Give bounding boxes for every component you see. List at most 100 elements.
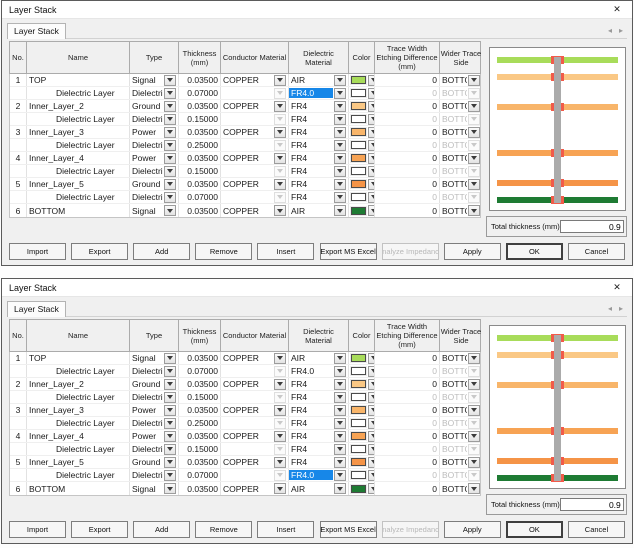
tab-scroll-right-icon[interactable]: ▸ [619,304,623,313]
dropdown-arrow-button[interactable] [334,392,346,403]
wider-trace-side-select[interactable]: BOTTOM [440,178,482,190]
dielectric-material-select[interactable]: FR4 [289,378,349,390]
thickness-cell[interactable]: 0.03500 [179,74,221,86]
dielectric-material-select[interactable]: FR4 [289,430,349,442]
dropdown-arrow-button[interactable] [334,101,346,112]
dropdown-arrow-button[interactable] [334,114,346,125]
layer-type-select[interactable]: Power [130,152,179,164]
color-picker[interactable] [349,469,375,481]
wider-trace-side-select[interactable]: BOTTOM [440,378,482,390]
dropdown-arrow-button[interactable] [334,366,346,377]
add-button[interactable]: Add [133,243,190,260]
thickness-cell[interactable]: 0.03500 [179,430,221,442]
dropdown-arrow-button[interactable] [274,179,286,190]
dielectric-material-select[interactable]: FR4 [289,391,349,403]
dielectric-material-select[interactable]: AIR [289,204,349,217]
conductor-material-select[interactable] [221,443,289,455]
add-button[interactable]: Add [133,521,190,538]
layer-type-select[interactable]: Dielectric [130,391,179,403]
dropdown-arrow-button[interactable] [468,379,480,390]
dropdown-arrow-button[interactable] [334,88,346,99]
dielectric-material-select[interactable]: FR4 [289,404,349,416]
color-picker[interactable] [349,100,375,112]
dropdown-arrow-button[interactable] [334,483,346,494]
dropdown-arrow-button[interactable] [274,101,286,112]
dielectric-material-select[interactable]: FR4.0 [289,469,349,481]
dropdown-arrow-button[interactable] [368,392,375,403]
conductor-material-select[interactable]: COPPER [221,178,289,190]
dropdown-arrow-button[interactable] [334,418,346,429]
thickness-cell[interactable]: 0.03500 [179,352,221,364]
layer-type-select[interactable]: Dielectric [130,443,179,455]
color-swatch[interactable] [351,432,366,440]
dropdown-arrow-button[interactable] [164,179,176,190]
dropdown-arrow-button[interactable] [334,75,346,86]
dropdown-arrow-button[interactable] [164,88,176,99]
dropdown-arrow-button[interactable] [334,457,346,468]
dropdown-arrow-button[interactable] [468,127,480,138]
dropdown-arrow-button[interactable] [368,444,375,455]
color-picker[interactable] [349,443,375,455]
layer-type-select[interactable]: Power [130,430,179,442]
dropdown-arrow-button[interactable] [368,101,375,112]
color-picker[interactable] [349,113,375,125]
dropdown-arrow-button[interactable] [334,431,346,442]
dropdown-arrow-button[interactable] [164,405,176,416]
color-picker[interactable] [349,152,375,164]
thickness-cell[interactable]: 0.03500 [179,100,221,112]
layer-type-select[interactable]: Ground [130,100,179,112]
color-swatch[interactable] [351,471,366,479]
layer-name-cell[interactable]: Inner_Layer_2 [27,100,130,112]
layer-name-cell[interactable]: Inner_Layer_4 [27,430,130,442]
conductor-material-select[interactable] [221,87,289,99]
color-picker[interactable] [349,378,375,390]
dropdown-arrow-button[interactable] [164,418,176,429]
layer-name-cell[interactable]: Dielectric Layer [27,139,130,151]
layer-name-cell[interactable]: Dielectric Layer [27,443,130,455]
color-swatch[interactable] [351,128,366,136]
tab-layer-stack[interactable]: Layer Stack [7,301,66,317]
layer-name-cell[interactable]: Dielectric Layer [27,417,130,429]
export-ms-excel-button[interactable]: Export MS Excel [320,521,377,538]
color-swatch[interactable] [351,154,366,162]
dropdown-arrow-button[interactable] [368,405,375,416]
conductor-material-select[interactable] [221,113,289,125]
thickness-cell[interactable]: 0.03500 [179,126,221,138]
layer-type-select[interactable]: Dielectric [130,113,179,125]
dielectric-material-select[interactable]: FR4.0 [289,87,349,99]
color-swatch[interactable] [351,485,366,493]
dropdown-arrow-button[interactable] [164,353,176,364]
trace-width-cell[interactable]: 0 [375,456,440,468]
dropdown-arrow-button[interactable] [334,444,346,455]
dropdown-arrow-button[interactable] [468,179,480,190]
ok-button[interactable]: OK [506,521,563,538]
dropdown-arrow-button[interactable] [368,114,375,125]
export-button[interactable]: Export [71,243,128,260]
dielectric-material-select[interactable]: FR4 [289,191,349,203]
dropdown-arrow-button[interactable] [334,379,346,390]
dropdown-arrow-button[interactable] [468,101,480,112]
color-picker[interactable] [349,191,375,203]
color-picker[interactable] [349,165,375,177]
layer-name-cell[interactable]: Inner_Layer_5 [27,456,130,468]
layer-name-cell[interactable]: Dielectric Layer [27,165,130,177]
total-thickness-field[interactable] [560,220,624,233]
dropdown-arrow-button[interactable] [368,418,375,429]
thickness-cell[interactable]: 0.03500 [179,378,221,390]
layer-type-select[interactable]: Signal [130,74,179,86]
thickness-cell[interactable]: 0.03500 [179,152,221,164]
dropdown-arrow-button[interactable] [164,483,176,494]
dielectric-material-select[interactable]: FR4.0 [289,365,349,377]
wider-trace-side-select[interactable]: BOTTOM [440,152,482,164]
remove-button[interactable]: Remove [195,243,252,260]
color-picker[interactable] [349,204,375,217]
conductor-material-select[interactable] [221,365,289,377]
color-picker[interactable] [349,391,375,403]
dielectric-material-select[interactable]: FR4 [289,456,349,468]
layer-name-cell[interactable]: Inner_Layer_3 [27,126,130,138]
dropdown-arrow-button[interactable] [164,205,176,216]
color-swatch[interactable] [351,419,366,427]
cancel-button[interactable]: Cancel [568,521,625,538]
dropdown-arrow-button[interactable] [368,470,375,481]
dielectric-material-select[interactable]: FR4 [289,139,349,151]
